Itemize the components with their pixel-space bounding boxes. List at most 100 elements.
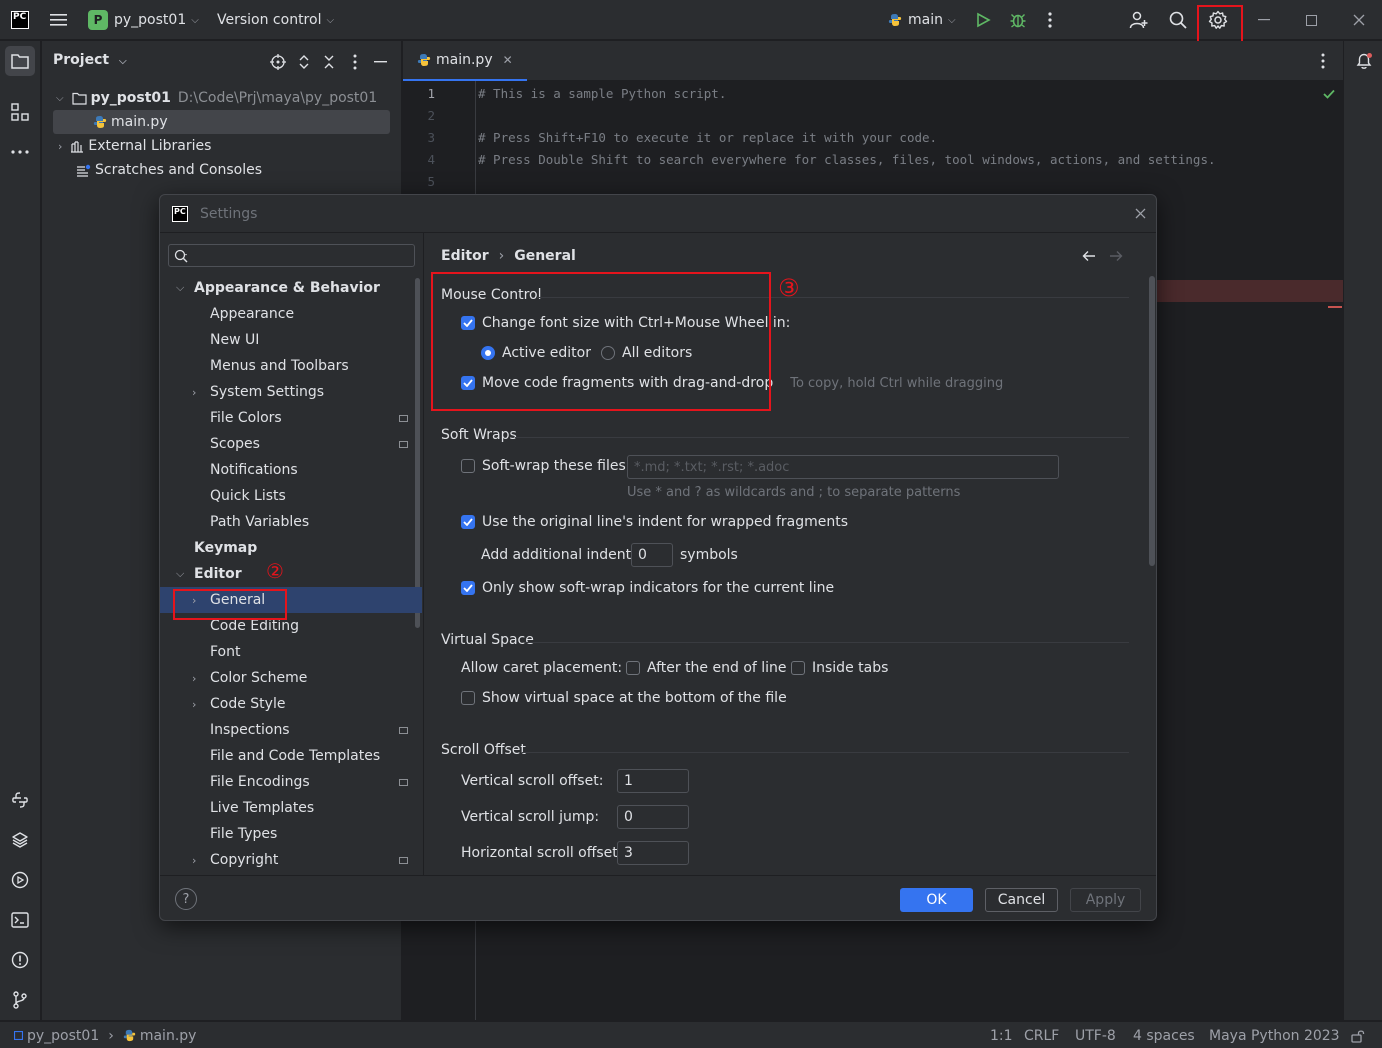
project-tool-icon[interactable] [5,46,35,76]
settings-tree-item[interactable]: › System Settings [160,379,422,405]
settings-tree-item[interactable]: › Color Scheme [160,665,422,691]
settings-tree-item[interactable]: Font [160,639,422,665]
help-button[interactable]: ? [175,888,197,910]
main-menu-icon[interactable] [50,0,68,40]
code-line[interactable]: 4 # Press Double Shift to search everywhe… [403,148,1215,170]
problems-icon[interactable] [8,948,32,972]
tree-item-external-libraries[interactable]: › External Libraries [58,134,211,158]
settings-tree-item[interactable]: File Colors [160,405,422,431]
settings-tree-item[interactable]: › Copyright [160,847,422,873]
settings-tree-item[interactable]: Scopes [160,431,422,457]
chevron-right-icon[interactable]: › [192,386,196,399]
forward-arrow-icon[interactable] [1109,250,1123,262]
project-panel-title[interactable]: Project ⌵ [53,52,127,68]
editor-tab-main-py[interactable]: main.py ✕ [403,41,527,81]
chevron-right-icon[interactable]: › [192,672,196,685]
version-control-menu[interactable]: Version control ⌵ [217,0,334,40]
inside-tabs-option[interactable]: Inside tabs [791,657,888,679]
more-tools-icon[interactable] [8,140,32,164]
checkbox-checked-icon[interactable] [461,581,475,595]
settings-tree-item[interactable]: ⌵ Appearance & Behavior [160,275,422,301]
code-line[interactable]: 1 # This is a sample Python script. [403,82,726,104]
project-switcher[interactable]: P py_post01 ⌵ [88,0,199,40]
settings-tree-item[interactable]: New UI [160,327,422,353]
soft-wrap-indicators-option[interactable]: Only show soft-wrap indicators for the c… [461,577,834,599]
no-problems-check-icon[interactable] [1323,89,1335,99]
settings-tree-item[interactable]: Appearance [160,301,422,327]
notifications-icon[interactable] [1355,52,1373,70]
add-user-icon[interactable] [1129,0,1149,40]
code-line[interactable]: 5 [403,170,478,192]
search-icon[interactable] [1169,0,1187,40]
minimize-icon[interactable] [1258,0,1270,40]
branch-selector[interactable]: main ⌵ [888,0,956,40]
locate-icon[interactable] [270,54,286,70]
settings-tree-item[interactable]: › Code Style [160,691,422,717]
settings-tree-item[interactable]: ⌵ Editor [160,561,422,587]
cancel-button[interactable]: Cancel [985,888,1058,912]
maximize-icon[interactable] [1306,0,1317,40]
dialog-close-icon[interactable] [1135,208,1146,219]
code-line[interactable]: 3 # Press Shift+F10 to execute it or repl… [403,126,937,148]
soft-wrap-files-input[interactable]: *.md; *.txt; *.rst; *.adoc [627,455,1059,479]
python-packages-icon[interactable] [8,828,32,852]
chevron-right-icon[interactable]: › [192,854,196,867]
apply-button[interactable]: Apply [1070,888,1141,912]
debug-icon[interactable] [1009,0,1027,40]
git-icon[interactable] [8,988,32,1012]
tree-root[interactable]: ⌵ py_post01 D:\Code\Prj\maya\py_post01 [56,86,377,110]
settings-tree-item[interactable]: Notifications [160,457,422,483]
python-console-icon[interactable] [8,788,32,812]
horizontal-scroll-offset-input[interactable]: 3 [617,841,689,865]
checkbox-unchecked-icon[interactable] [461,691,475,705]
services-icon[interactable] [8,868,32,892]
settings-tree-item[interactable]: File Encodings [160,769,422,795]
checkbox-checked-icon[interactable] [461,515,475,529]
vertical-scroll-offset-input[interactable]: 1 [617,769,689,793]
chevron-down-icon[interactable]: ⌵ [176,567,184,581]
options-icon[interactable] [353,54,357,70]
settings-tree-item[interactable]: Quick Lists [160,483,422,509]
settings-tree-item[interactable]: File Types [160,821,422,847]
chevron-down-icon[interactable]: ⌵ [176,281,184,295]
settings-tree-item[interactable]: Live Templates [160,795,422,821]
window-close-icon[interactable] [1353,0,1365,40]
code-line[interactable]: 2 [403,104,478,126]
status-breadcrumb[interactable]: py_post01 › main.py [14,1022,196,1048]
editor-options-icon[interactable] [1321,53,1325,69]
settings-tree-item[interactable]: Menus and Toolbars [160,353,422,379]
original-indent-option[interactable]: Use the original line's indent for wrapp… [461,511,848,533]
expand-all-icon[interactable] [298,54,310,70]
structure-tool-icon[interactable] [8,100,32,124]
checkbox-unchecked-icon[interactable] [461,459,475,473]
error-stripe-mark[interactable] [1328,306,1342,308]
hide-panel-icon[interactable] [374,61,387,63]
run-icon[interactable] [975,0,991,40]
tree-item-main-py[interactable]: main.py [53,110,390,134]
virtual-space-bottom-option[interactable]: Show virtual space at the bottom of the … [461,687,787,709]
chevron-right-icon[interactable]: › [192,698,196,711]
checkbox-unchecked-icon[interactable] [626,661,640,675]
soft-wrap-files-option[interactable]: Soft-wrap these files: [461,455,630,477]
settings-tree-item[interactable]: Inspections [160,717,422,743]
settings-tree-item[interactable]: File and Code Templates [160,743,422,769]
read-only-lock-icon[interactable] [1351,1022,1365,1048]
settings-search-input[interactable] [168,244,415,267]
terminal-icon[interactable] [8,908,32,932]
back-arrow-icon[interactable] [1082,250,1096,262]
content-scrollbar[interactable] [1149,276,1155,566]
file-encoding[interactable]: UTF-8 [1075,1022,1116,1048]
indent-setting[interactable]: 4 spaces [1133,1022,1195,1048]
collapse-all-icon[interactable] [323,54,335,70]
line-separator[interactable]: CRLF [1024,1022,1059,1048]
settings-tree-item[interactable]: Path Variables [160,509,422,535]
checkbox-unchecked-icon[interactable] [791,661,805,675]
vertical-scroll-jump-input[interactable]: 0 [617,805,689,829]
tree-item-scratches[interactable]: Scratches and Consoles [76,158,262,182]
tab-close-icon[interactable]: ✕ [503,53,513,67]
interpreter-selector[interactable]: Maya Python 2023 [1209,1022,1340,1048]
caret-position[interactable]: 1:1 [990,1022,1013,1048]
additional-indent-input[interactable]: 0 [631,543,673,567]
after-end-of-line-option[interactable]: After the end of line [626,657,787,679]
settings-tree-item[interactable]: Keymap [160,535,422,561]
